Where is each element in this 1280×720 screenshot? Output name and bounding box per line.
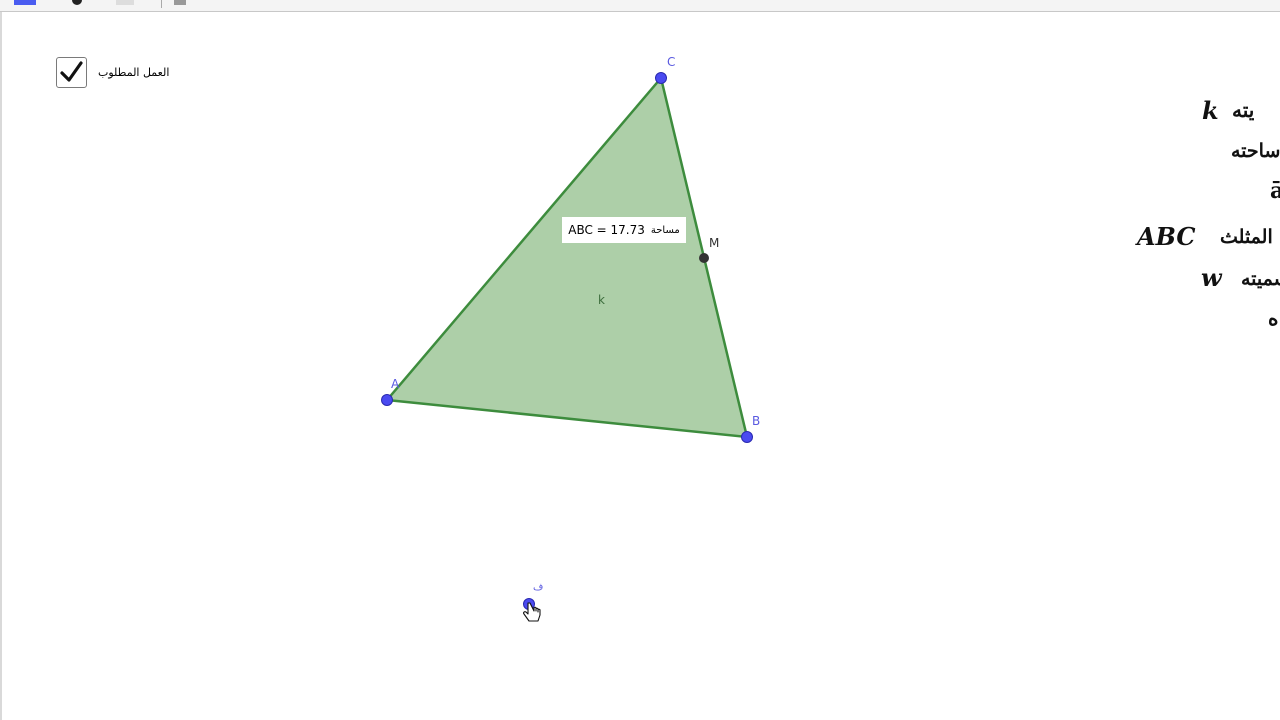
free-point-label: ف [533,582,543,593]
area-caption: ABC = 17.73 مساحة [562,217,686,243]
instruction-line-2: ساحته [1231,140,1280,162]
instruction-math-abc: ABC [1137,222,1196,251]
label-k: k [598,293,605,307]
area-value: ABC = 17.73 [568,223,645,237]
label-c: C [667,55,675,69]
point-b[interactable] [741,431,753,443]
label-b: B [752,414,760,428]
triangle-abc[interactable] [384,75,749,439]
instruction-line-1: يته [1232,98,1255,122]
instruction-line-4: المثلث [1220,226,1273,248]
instruction-math-w: w [1201,263,1222,292]
instruction-math-k: k [1202,96,1219,125]
instruction-line-3: ā [1270,178,1280,204]
area-prefix: مساحة [650,224,680,236]
label-a: A [391,377,400,391]
label-m: M [709,236,719,250]
geometry-canvas: A B C M k ف [381,55,760,622]
instruction-line-5: سميته [1241,268,1280,290]
point-c[interactable] [655,72,667,84]
point-a[interactable] [381,394,393,406]
instruction-line-6: ه [1268,306,1279,330]
point-m[interactable] [699,253,709,263]
